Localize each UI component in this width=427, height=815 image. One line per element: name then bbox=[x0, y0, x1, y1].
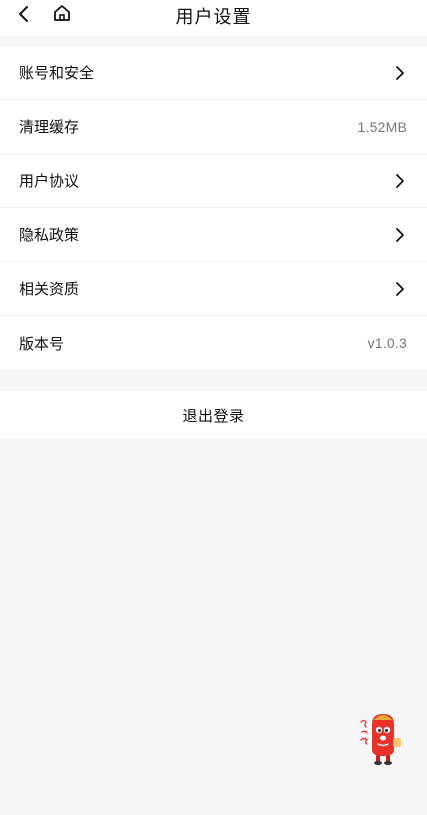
chevron-right-icon bbox=[393, 65, 407, 80]
chevron-right-icon bbox=[393, 227, 407, 242]
settings-item-label: 账号和安全 bbox=[19, 64, 95, 82]
page-title: 用户设置 bbox=[175, 7, 252, 28]
settings-item-account-security[interactable]: 账号和安全 bbox=[0, 46, 427, 100]
settings-item-label: 隐私政策 bbox=[19, 226, 80, 244]
settings-list: 账号和安全 清理缓存 1.52MB 用户协议 隐私政策 相关资质 版本号 v1.… bbox=[0, 46, 427, 370]
mascot-icon[interactable] bbox=[358, 708, 404, 766]
settings-item-label: 清理缓存 bbox=[19, 118, 80, 136]
settings-item-label: 版本号 bbox=[19, 334, 65, 353]
section-gap bbox=[0, 370, 427, 391]
settings-item-qualifications[interactable]: 相关资质 bbox=[0, 262, 427, 316]
settings-item-privacy-policy[interactable]: 隐私政策 bbox=[0, 208, 427, 262]
settings-item-clear-cache[interactable]: 清理缓存 1.52MB bbox=[0, 100, 427, 154]
settings-item-user-agreement[interactable]: 用户协议 bbox=[0, 154, 427, 208]
top-nav-bar: 用户设置 bbox=[0, 0, 427, 36]
settings-item-version: 版本号 v1.0.3 bbox=[0, 316, 427, 370]
chevron-right-icon bbox=[393, 281, 407, 296]
chevron-right-icon bbox=[393, 173, 407, 188]
logout-label: 退出登录 bbox=[182, 406, 245, 425]
settings-item-label: 相关资质 bbox=[19, 280, 80, 298]
logout-button[interactable]: 退出登录 bbox=[0, 391, 427, 439]
section-gap bbox=[0, 36, 427, 46]
settings-item-label: 用户协议 bbox=[19, 172, 80, 190]
version-value: v1.0.3 bbox=[367, 335, 407, 351]
cache-size-value: 1.52MB bbox=[357, 118, 407, 135]
